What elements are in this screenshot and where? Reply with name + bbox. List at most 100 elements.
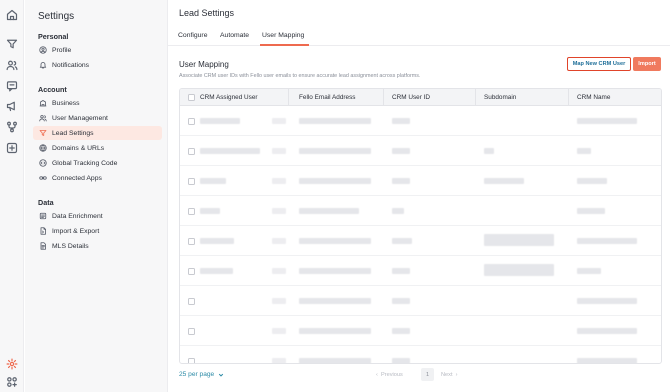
row-checkbox[interactable] [188, 328, 195, 335]
bell-icon [38, 61, 47, 70]
row-checkbox[interactable] [188, 148, 195, 155]
sidebar-item-profile[interactable]: Profile [33, 43, 162, 57]
sidebar-item-import-export[interactable]: Import & Export [33, 224, 162, 238]
table-row[interactable] [180, 226, 661, 256]
column-header-crm-user-id[interactable]: CRM User ID [392, 89, 430, 106]
tab-bar: Configure Automate User Mapping [168, 28, 670, 46]
redacted-cell [392, 178, 410, 184]
redacted-cell [200, 118, 240, 124]
sidebar-item-global-tracking-code[interactable]: Global Tracking Code [33, 156, 162, 170]
table-row[interactable] [180, 136, 661, 166]
redacted-cell [272, 208, 286, 214]
redacted-cell [392, 148, 410, 154]
funnel-icon[interactable] [4, 36, 20, 52]
import-button[interactable]: Import [633, 57, 661, 71]
users-icon[interactable] [4, 57, 20, 73]
sidebar-item-label: Notifications [52, 61, 90, 69]
main-content: Lead Settings Configure Automate User Ma… [168, 0, 670, 392]
globe-icon [38, 144, 47, 153]
workflow-icon[interactable] [4, 119, 20, 135]
row-checkbox[interactable] [188, 118, 195, 125]
chat-icon[interactable] [4, 78, 20, 94]
map-new-crm-user-button[interactable]: Map New CRM User [567, 57, 631, 71]
home-icon[interactable] [4, 7, 20, 23]
redacted-cell [299, 328, 371, 334]
section-title-data: Data [38, 198, 54, 207]
per-page-label: 25 per page [179, 371, 215, 378]
row-checkbox[interactable] [188, 238, 195, 245]
icon-rail [0, 0, 24, 392]
sidebar-item-domains-urls[interactable]: Domains & URLs [33, 141, 162, 155]
table-row[interactable] [180, 286, 661, 316]
redacted-cell [392, 238, 412, 244]
per-page-select[interactable]: 25 per page [179, 371, 224, 378]
row-checkbox[interactable] [188, 268, 195, 275]
column-divider [383, 89, 384, 106]
sidebar-item-lead-settings[interactable]: Lead Settings [33, 126, 162, 140]
sidebar-item-label: MLS Details [52, 242, 89, 250]
pagination-previous[interactable]: ‹ Previous [376, 372, 403, 378]
active-tab-indicator [260, 44, 309, 46]
redacted-cell [200, 148, 260, 154]
redacted-cell [577, 148, 591, 154]
redacted-cell [577, 208, 605, 214]
funnel-icon [38, 129, 47, 138]
column-divider [568, 89, 569, 106]
redacted-cell [484, 264, 554, 276]
column-header-crm-assigned-user[interactable]: CRM Assigned User [200, 89, 258, 106]
megaphone-icon[interactable] [4, 98, 20, 114]
redacted-cell [392, 208, 404, 214]
sidebar-item-label: Data Enrichment [52, 212, 103, 220]
pagination-page-1[interactable]: 1 [421, 368, 434, 381]
redacted-cell [392, 328, 410, 334]
sidebar-item-data-enrichment[interactable]: Data Enrichment [33, 209, 162, 223]
building-icon [38, 99, 47, 108]
row-checkbox[interactable] [188, 358, 195, 363]
redacted-cell [484, 148, 494, 154]
redacted-cell [392, 358, 410, 363]
table-row[interactable] [180, 166, 661, 196]
plus-box-icon[interactable] [4, 140, 20, 156]
row-checkbox[interactable] [188, 298, 195, 305]
section-description: Associate CRM user IDs with Fello user e… [179, 73, 421, 79]
settings-sidebar: Settings Personal Profile Notifications … [25, 0, 168, 392]
redacted-cell [577, 238, 637, 244]
sidebar-item-connected-apps[interactable]: Connected Apps [33, 171, 162, 185]
table-row[interactable] [180, 316, 661, 346]
tab-automate[interactable]: Automate [220, 32, 249, 39]
sidebar-item-business[interactable]: Business [33, 96, 162, 110]
sidebar-item-user-management[interactable]: User Management [33, 111, 162, 125]
column-header-fello-email[interactable]: Fello Email Address [299, 89, 355, 106]
document-icon [38, 242, 47, 251]
redacted-cell [299, 298, 371, 304]
apps-icon[interactable] [4, 374, 20, 390]
select-all-checkbox[interactable] [188, 89, 195, 106]
table-row[interactable] [180, 256, 661, 286]
redacted-cell [272, 148, 286, 154]
sidebar-item-mls-details[interactable]: MLS Details [33, 239, 162, 253]
table-row[interactable] [180, 106, 661, 136]
column-header-crm-name[interactable]: CRM Name [577, 89, 610, 106]
table-row[interactable] [180, 346, 661, 363]
redacted-cell [272, 328, 286, 334]
sidebar-item-label: Global Tracking Code [52, 159, 118, 167]
tab-configure[interactable]: Configure [178, 32, 207, 39]
column-divider [288, 89, 289, 106]
row-checkbox[interactable] [188, 178, 195, 185]
redacted-cell [392, 118, 410, 124]
pagination-next[interactable]: Next › [441, 372, 458, 378]
gear-icon[interactable] [4, 356, 20, 372]
redacted-cell [484, 178, 524, 184]
sidebar-item-label: Lead Settings [52, 129, 94, 137]
redacted-cell [272, 178, 286, 184]
row-checkbox[interactable] [188, 208, 195, 215]
sidebar-item-label: Profile [52, 46, 72, 54]
redacted-cell [272, 358, 286, 363]
tab-user-mapping[interactable]: User Mapping [262, 32, 304, 39]
sidebar-item-notifications[interactable]: Notifications [33, 58, 162, 72]
redacted-cell [200, 238, 234, 244]
sidebar-item-label: Connected Apps [52, 174, 102, 182]
table-row[interactable] [180, 196, 661, 226]
redacted-cell [200, 208, 220, 214]
column-header-subdomain[interactable]: Subdomain [484, 89, 516, 106]
